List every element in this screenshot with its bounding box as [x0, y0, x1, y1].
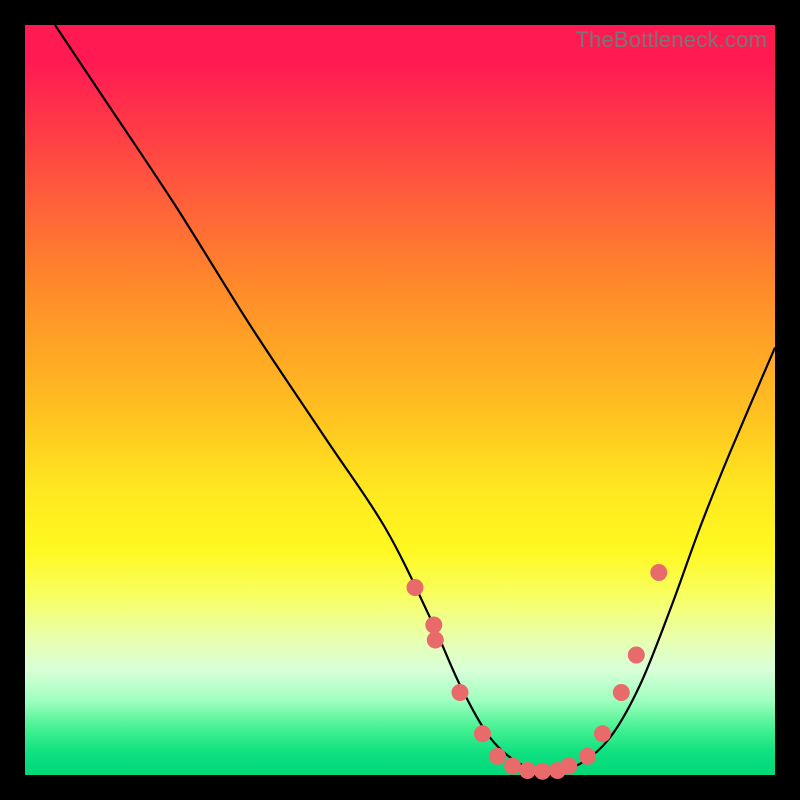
highlight-dot	[427, 632, 444, 649]
highlight-dot	[628, 647, 645, 664]
highlight-dot	[407, 579, 424, 596]
highlight-dot	[613, 684, 630, 701]
highlight-dot	[474, 725, 491, 742]
highlight-dot	[560, 758, 577, 775]
watermark-label: TheBottleneck.com	[575, 27, 767, 53]
bottleneck-curve	[55, 25, 775, 771]
chart-svg	[25, 25, 775, 775]
highlight-dot	[504, 758, 521, 775]
highlight-dot	[594, 725, 611, 742]
highlight-dot	[534, 763, 551, 780]
highlight-dots-group	[407, 564, 668, 780]
highlight-dot	[489, 748, 506, 765]
highlight-dot	[650, 564, 667, 581]
highlight-dot	[579, 748, 596, 765]
chart-frame: TheBottleneck.com	[25, 25, 775, 775]
highlight-dot	[452, 684, 469, 701]
highlight-dot	[519, 762, 536, 779]
highlight-dot	[425, 617, 442, 634]
